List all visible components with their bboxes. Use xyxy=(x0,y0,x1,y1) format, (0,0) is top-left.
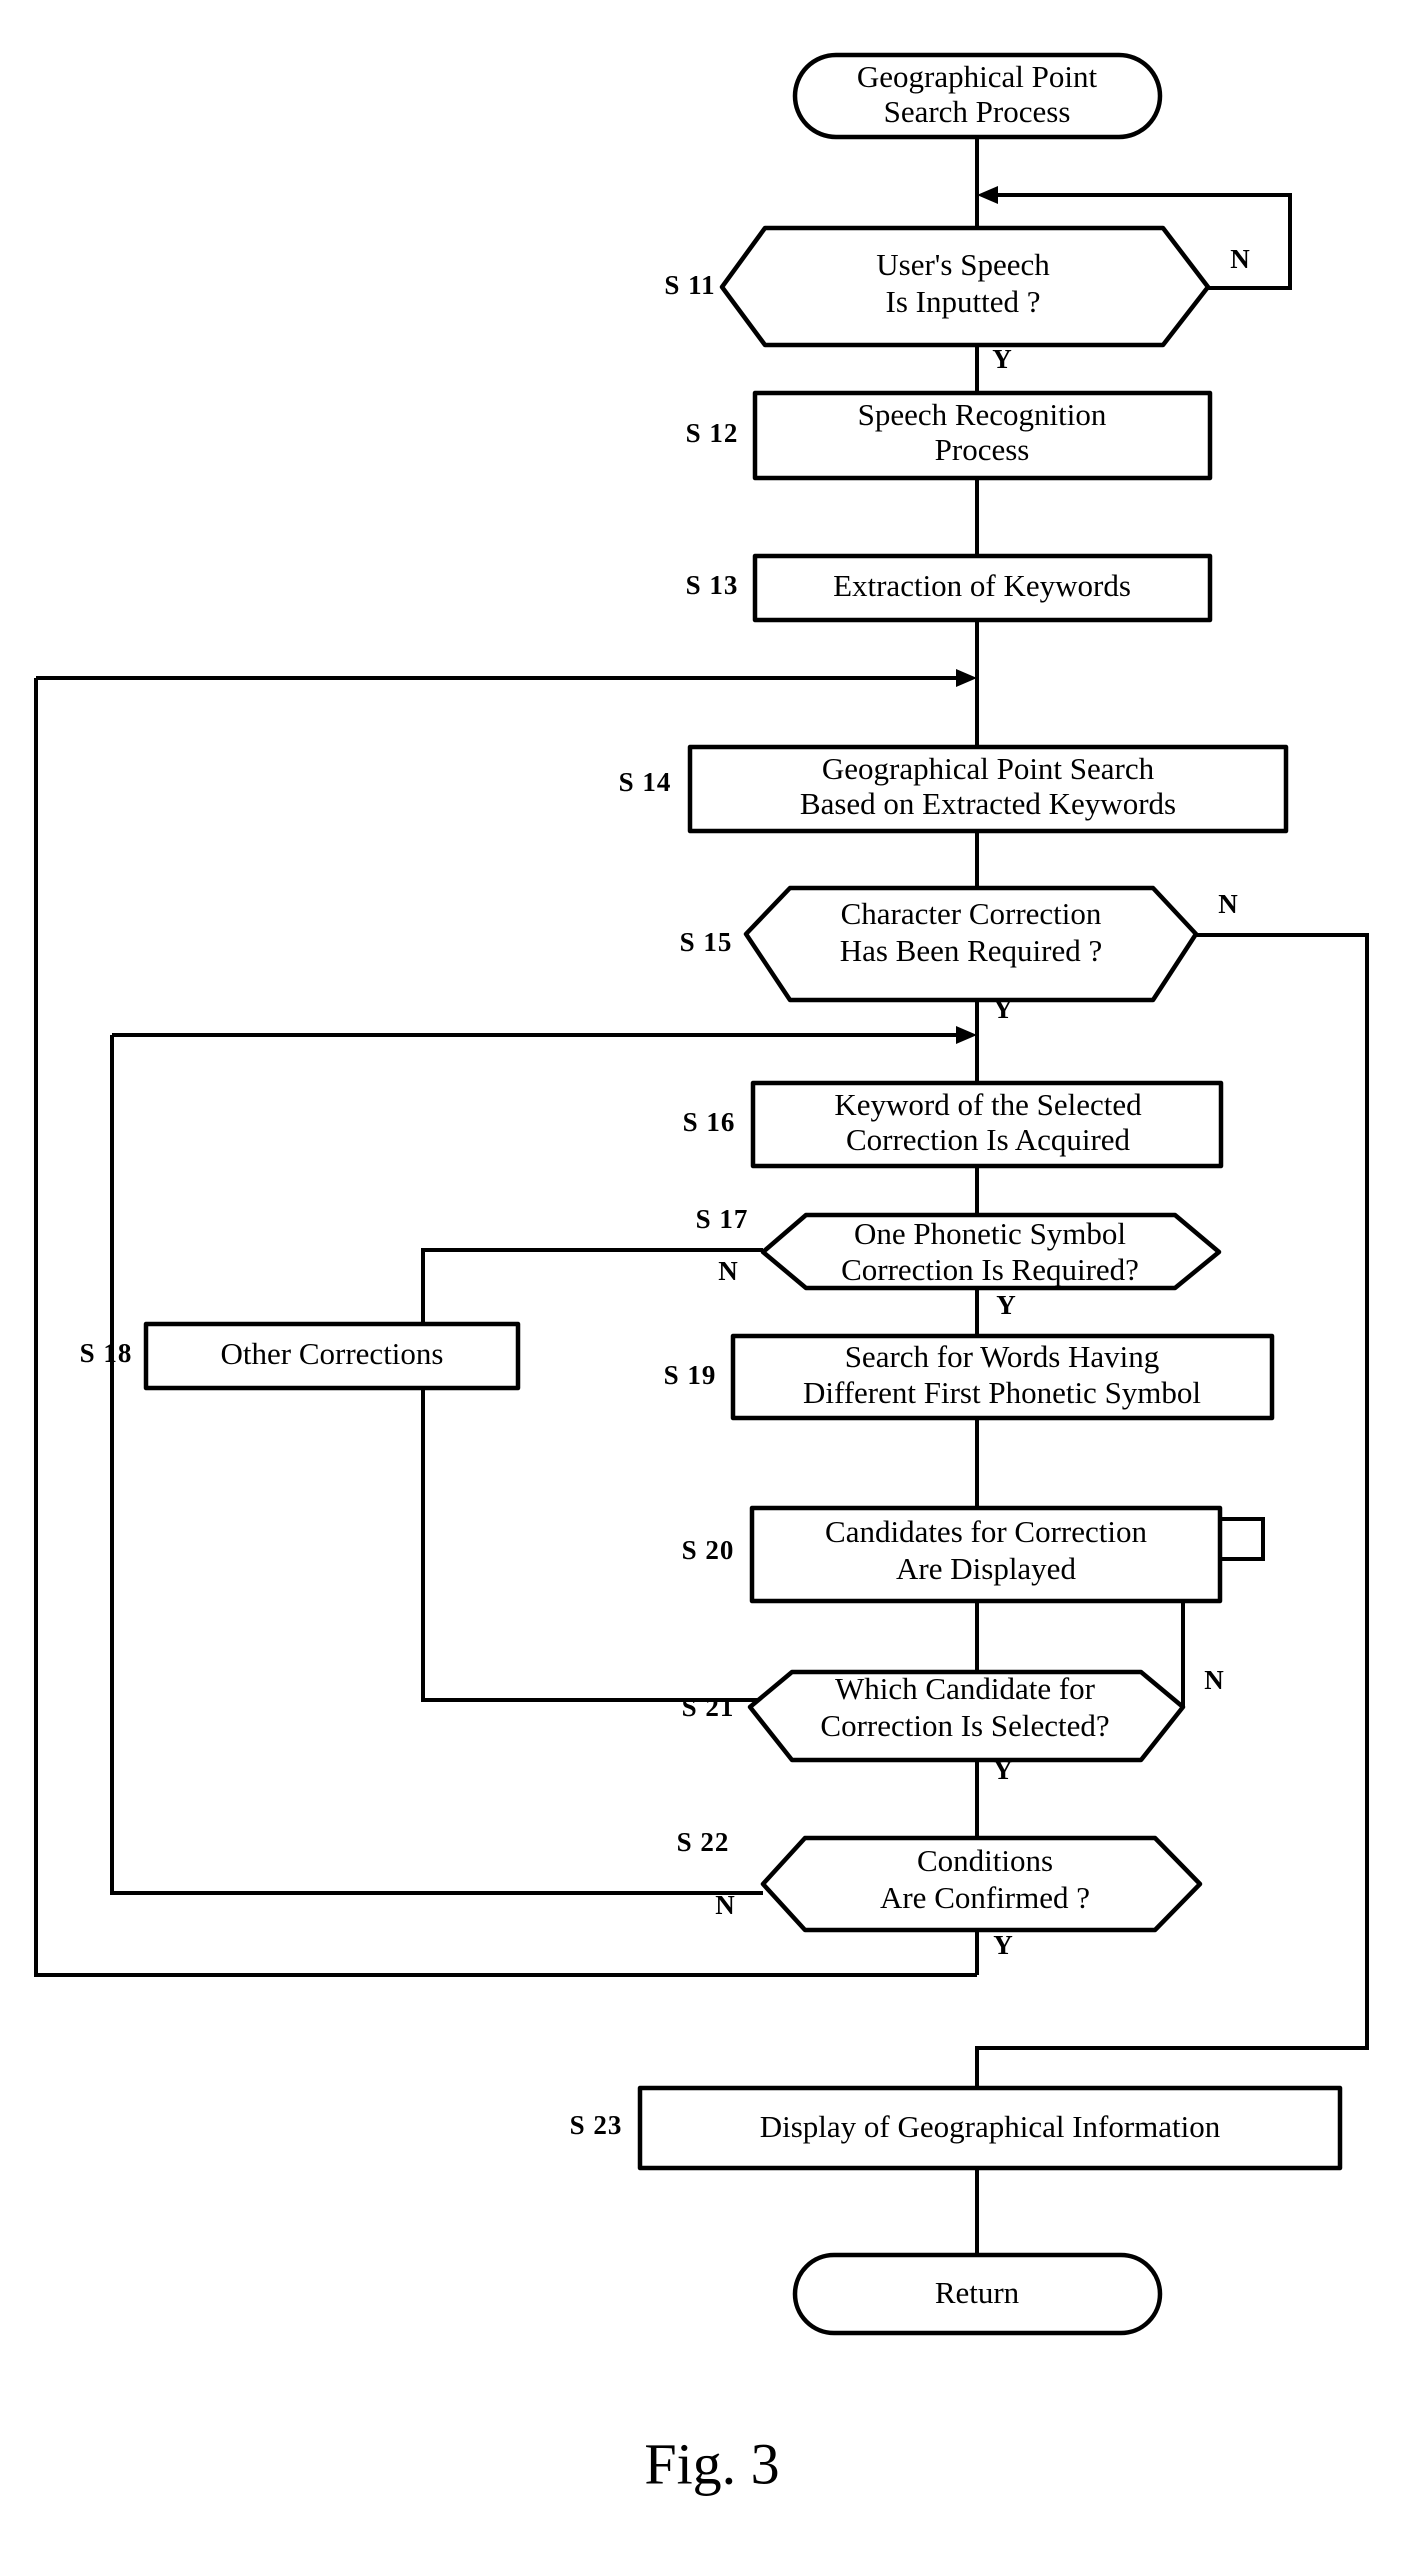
step-s15[interactable]: Character Correction Has Been Required ?… xyxy=(680,885,1239,1024)
step-s12-line2: Process xyxy=(935,432,1030,467)
step-s17-no-label: N xyxy=(718,1256,738,1286)
step-s16-line1: Keyword of the Selected xyxy=(834,1087,1142,1122)
arrowhead-s11-no xyxy=(977,186,998,204)
step-s18-line1: Other Corrections xyxy=(221,1336,444,1371)
arrowhead-inner-return xyxy=(956,1026,977,1044)
step-s14-line2: Based on Extracted Keywords xyxy=(800,786,1176,821)
step-s17-label: S 17 xyxy=(696,1204,749,1234)
step-s19-label: S 19 xyxy=(664,1360,717,1390)
step-s13-label: S 13 xyxy=(686,570,739,600)
step-s19[interactable]: Search for Words Having Different First … xyxy=(664,1333,1275,1421)
step-s11-label: S 11 xyxy=(664,270,715,300)
step-s22-line1: Conditions xyxy=(917,1843,1053,1878)
step-s20-line2: Are Displayed xyxy=(896,1551,1076,1586)
step-s20-line1: Candidates for Correction xyxy=(825,1514,1147,1549)
step-s12[interactable]: Speech Recognition Process S 12 xyxy=(686,390,1213,481)
return-terminal-label: Return xyxy=(935,2275,1020,2310)
step-s11-no-label: N xyxy=(1230,244,1250,274)
connector-s22-no-inner-rail xyxy=(110,1035,763,1895)
step-s22-no-label: N xyxy=(715,1890,735,1920)
start-terminal-line1: Geographical Point xyxy=(857,59,1098,94)
step-s15-label: S 15 xyxy=(680,927,733,957)
step-s21-no-label: N xyxy=(1204,1665,1224,1695)
step-s11-line2: Is Inputted ? xyxy=(886,284,1041,319)
step-s15-line1: Character Correction xyxy=(841,896,1102,931)
step-s11-yes-label: Y xyxy=(992,344,1012,374)
figure-caption: Fig. 3 xyxy=(644,2431,779,2496)
step-s11[interactable]: User's Speech Is Inputted ? S 11 N Y xyxy=(664,225,1250,374)
start-terminal-line2: Search Process xyxy=(884,94,1071,129)
step-s14[interactable]: Geographical Point Search Based on Extra… xyxy=(619,744,1289,834)
step-s18[interactable]: Other Corrections S 18 xyxy=(80,1321,521,1391)
step-s23-label: S 23 xyxy=(570,2110,623,2140)
step-s23-line1: Display of Geographical Information xyxy=(760,2109,1221,2144)
step-s23[interactable]: Display of Geographical Information S 23 xyxy=(570,2085,1343,2171)
step-s14-label: S 14 xyxy=(619,767,672,797)
flowchart-canvas: Geographical Point Search Process User's… xyxy=(34,52,1369,2496)
step-s21-label: S 21 xyxy=(682,1692,735,1722)
step-s18-label: S 18 xyxy=(80,1338,133,1368)
step-s16[interactable]: Keyword of the Selected Correction Is Ac… xyxy=(683,1080,1224,1169)
step-s19-line2: Different First Phonetic Symbol xyxy=(803,1375,1201,1410)
step-s16-line2: Correction Is Acquired xyxy=(846,1122,1131,1157)
step-s22-yes-label: Y xyxy=(993,1930,1013,1960)
step-s21-yes-label: Y xyxy=(993,1755,1013,1785)
step-s22-line2: Are Confirmed ? xyxy=(880,1880,1090,1915)
step-s20[interactable]: Candidates for Correction Are Displayed … xyxy=(682,1505,1223,1604)
step-s16-label: S 16 xyxy=(683,1107,736,1137)
arrowhead-outer-return xyxy=(956,669,977,687)
step-s21-line1: Which Candidate for xyxy=(835,1671,1096,1706)
step-s21[interactable]: Which Candidate for Correction Is Select… xyxy=(682,1665,1225,1785)
figure-sheet: Geographical Point Search Process User's… xyxy=(0,0,1423,2566)
step-s15-line2: Has Been Required ? xyxy=(840,933,1103,968)
step-s22-label: S 22 xyxy=(677,1827,730,1857)
step-s14-line1: Geographical Point Search xyxy=(822,751,1155,786)
return-terminal: Return xyxy=(792,2252,1163,2336)
step-s13[interactable]: Extraction of Keywords S 13 xyxy=(686,553,1213,623)
step-s12-line1: Speech Recognition xyxy=(858,397,1107,432)
step-s11-line1: User's Speech xyxy=(876,247,1050,282)
start-terminal: Geographical Point Search Process xyxy=(792,52,1163,140)
step-s12-label: S 12 xyxy=(686,418,739,448)
step-s19-line1: Search for Words Having xyxy=(845,1339,1160,1374)
step-s15-no-label: N xyxy=(1218,889,1238,919)
step-s13-line1: Extraction of Keywords xyxy=(833,568,1131,603)
step-s21-line2: Correction Is Selected? xyxy=(820,1708,1109,1743)
connector-s17-no-through-s18 xyxy=(421,1248,963,1702)
step-s17-yes-label: Y xyxy=(996,1290,1016,1320)
step-s17-line2: Correction Is Required? xyxy=(841,1252,1139,1287)
step-s17-line1: One Phonetic Symbol xyxy=(854,1216,1126,1251)
step-s17[interactable]: One Phonetic Symbol Correction Is Requir… xyxy=(696,1204,1222,1320)
step-s15-yes-label: Y xyxy=(993,994,1013,1024)
step-s20-label: S 20 xyxy=(682,1535,735,1565)
